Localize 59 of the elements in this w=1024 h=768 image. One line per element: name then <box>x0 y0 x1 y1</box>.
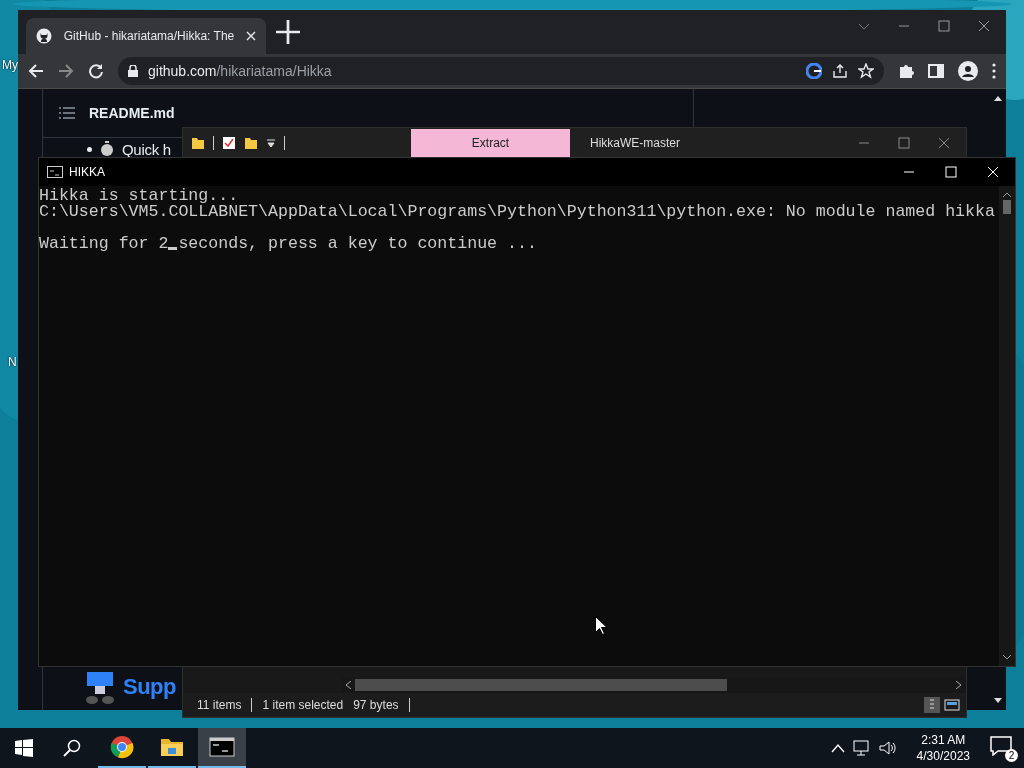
terminal-icon[interactable] <box>209 736 235 758</box>
robot-icon[interactable] <box>83 670 117 704</box>
console-line: Hikka is starting... <box>39 188 239 204</box>
clock-date[interactable]: 4/30/2023 <box>916 748 970 764</box>
back-icon[interactable] <box>28 63 44 79</box>
lock-icon <box>128 65 138 77</box>
status-text: 1 item selected <box>262 698 344 712</box>
console-line: C:\Users\VM5.COLLABNET\AppData\Local\Programs\Python\Python311\python.exe: No module named hikka <box>39 204 996 220</box>
scroll-down-icon[interactable] <box>1003 654 1011 660</box>
properties-icon[interactable] <box>222 136 236 150</box>
support-link[interactable]: Supp <box>123 674 176 700</box>
status-text: 97 bytes <box>353 698 399 712</box>
folder-icon[interactable] <box>244 136 258 150</box>
scrollbar[interactable] <box>999 186 1015 666</box>
reload-icon[interactable] <box>88 63 104 79</box>
notification-badge: 2 <box>1005 749 1018 762</box>
stopwatch-icon[interactable] <box>100 141 114 157</box>
star-icon[interactable] <box>858 63 874 79</box>
puzzle-icon[interactable] <box>898 63 914 79</box>
console-line: Waiting for 2 seconds, press a key to continue ... <box>39 236 538 252</box>
ribbon-tab[interactable]: Extract <box>411 129 570 157</box>
status-text: 11 items <box>197 698 242 712</box>
list-link[interactable]: Quick h <box>122 141 171 157</box>
scroll-up-icon[interactable] <box>994 95 1002 101</box>
github-icon[interactable] <box>36 28 52 44</box>
details-view-icon[interactable] <box>924 697 940 713</box>
close-icon[interactable] <box>978 20 990 32</box>
scroll-down-icon[interactable] <box>994 698 1002 704</box>
readme-title: README.md <box>89 105 175 121</box>
desktop-icon-label[interactable]: N <box>8 355 17 369</box>
menu-icon[interactable] <box>992 63 996 79</box>
scroll-left-icon[interactable] <box>345 681 351 689</box>
share-icon[interactable] <box>832 63 848 79</box>
network-icon[interactable] <box>852 740 871 756</box>
browser-icon[interactable] <box>110 735 134 759</box>
search-icon[interactable] <box>63 739 81 757</box>
scroll-up-icon[interactable] <box>1003 192 1011 214</box>
list-icon[interactable] <box>59 107 75 119</box>
side-panel-icon[interactable] <box>928 63 944 79</box>
clock-time[interactable]: 2:31 AM <box>921 732 966 748</box>
bullet-icon <box>87 146 92 152</box>
tiles-view-icon[interactable] <box>944 697 960 713</box>
mouse-pointer-icon <box>595 616 607 635</box>
terminal-icon[interactable] <box>47 166 63 178</box>
folder-icon[interactable] <box>191 136 205 150</box>
scroll-right-icon[interactable] <box>956 681 962 689</box>
caret-icon[interactable] <box>266 138 276 148</box>
browser-tab[interactable]: GitHub - hikariatama/Hikka: The <box>26 18 266 54</box>
desktop-icon-label[interactable]: My <box>2 58 18 72</box>
windows-icon[interactable] <box>15 739 33 757</box>
forward-icon[interactable] <box>58 63 74 79</box>
profile-icon[interactable] <box>958 61 978 81</box>
chevron-up-icon[interactable] <box>830 743 845 753</box>
address-bar[interactable]: github.com/hikariatama/Hikka <box>118 57 884 85</box>
google-icon[interactable] <box>806 63 822 79</box>
volume-icon[interactable] <box>878 740 897 756</box>
new-tab-icon[interactable] <box>276 20 300 44</box>
window-title: HIKKA <box>69 165 105 179</box>
window-title: HikkaWE-master <box>590 136 680 150</box>
